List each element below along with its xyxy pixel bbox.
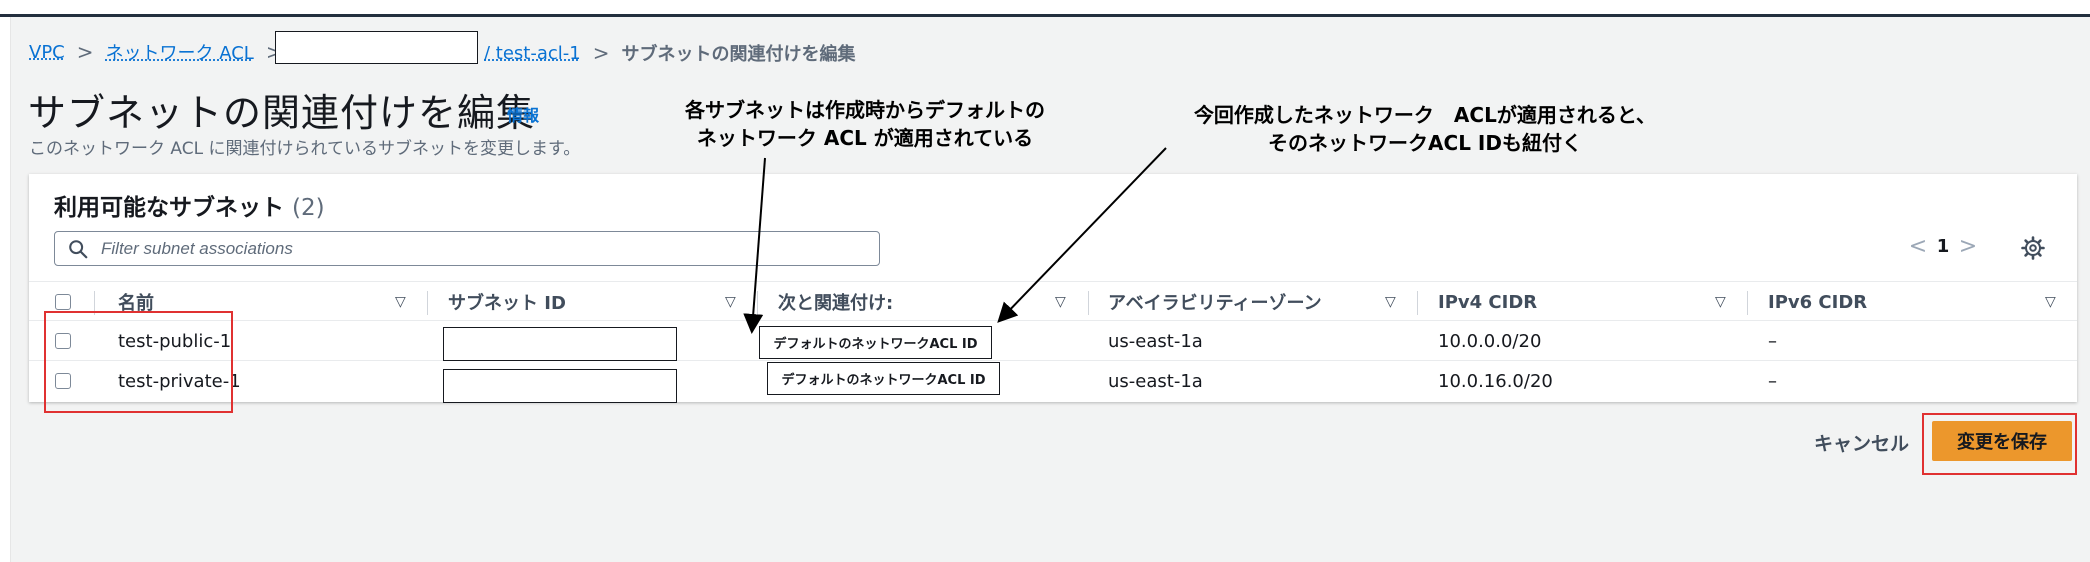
- availability-zone: us-east-1a: [1108, 330, 1203, 352]
- pagination: < 1 >: [1905, 234, 1981, 259]
- sort-icon[interactable]: ▽: [1715, 294, 1726, 310]
- column-header-ipv6[interactable]: IPv6 CIDR: [1768, 282, 1867, 322]
- page-next-button[interactable]: >: [1955, 234, 1981, 259]
- breadcrumb-acl-name[interactable]: / test-acl-1: [484, 43, 581, 64]
- subnets-panel: 利用可能なサブネット (2) < 1 > 名前 ▽ サブネ: [29, 174, 2077, 403]
- associated-acl[interactable]: デフォルトのネットワークACL ID: [767, 362, 1000, 395]
- table-row[interactable]: test-private-1 デフォルトのネットワークACL ID us-eas…: [29, 361, 2077, 403]
- panel-title: 利用可能なサブネット (2): [54, 188, 325, 222]
- breadcrumb-separator: >: [592, 41, 610, 65]
- column-header-subnet-id[interactable]: サブネット ID: [448, 282, 566, 322]
- column-label: サブネット ID: [448, 293, 566, 314]
- ipv4-cidr: 10.0.16.0/20: [1438, 370, 1553, 392]
- filter-search[interactable]: [54, 231, 880, 266]
- column-label: アベイラビリティーゾーン: [1108, 293, 1322, 314]
- page-description: このネットワーク ACL に関連付けられているサブネットを変更します。: [29, 139, 581, 159]
- ipv6-cidr: –: [1768, 330, 1777, 352]
- page-prev-button[interactable]: <: [1905, 234, 1931, 259]
- column-label: 次と関連付け:: [778, 293, 894, 314]
- column-divider: [1747, 291, 1748, 315]
- page-number[interactable]: 1: [1931, 236, 1955, 257]
- panel-count: (2): [292, 195, 325, 221]
- column-label: IPv4 CIDR: [1438, 291, 1538, 313]
- panel-title-text: 利用可能なサブネット: [54, 195, 284, 221]
- column-divider: [427, 291, 428, 315]
- gear-icon[interactable]: [2021, 236, 2045, 260]
- cancel-button[interactable]: キャンセル: [1808, 428, 1915, 457]
- redacted-acl-id: [275, 31, 478, 64]
- search-input[interactable]: [99, 237, 863, 260]
- page-title: サブネットの関連付けを編集: [28, 91, 536, 135]
- associated-acl[interactable]: デフォルトのネットワークACL ID: [759, 326, 992, 359]
- availability-zone: us-east-1a: [1108, 370, 1203, 392]
- left-edge: [0, 17, 11, 562]
- column-label: IPv6 CIDR: [1768, 291, 1868, 313]
- search-icon: [69, 239, 88, 258]
- breadcrumb-acl-group: / test-acl-1 > サブネットの関連付けを編集: [484, 40, 856, 66]
- redacted-subnet-id: [443, 327, 677, 361]
- column-divider: [1417, 291, 1418, 315]
- highlight-subnet-names: [44, 311, 233, 413]
- table-row[interactable]: test-public-1 デフォルトのネットワークACL ID us-east…: [29, 321, 2077, 361]
- sort-icon[interactable]: ▽: [1385, 294, 1396, 310]
- info-link[interactable]: 情報: [507, 102, 539, 126]
- table-header: 名前 ▽ サブネット ID ▽ 次と関連付け: ▽ アベイラビリティーゾーン ▽…: [29, 281, 2077, 321]
- save-button[interactable]: 変更を保存: [1932, 421, 2072, 461]
- breadcrumb-network-acl[interactable]: ネットワーク ACL: [106, 39, 254, 65]
- top-bar: [0, 0, 2090, 17]
- column-header-ipv4[interactable]: IPv4 CIDR: [1438, 282, 1537, 322]
- column-header-az[interactable]: アベイラビリティーゾーン: [1108, 282, 1322, 322]
- sort-icon[interactable]: ▽: [395, 294, 406, 310]
- ipv6-cidr: –: [1768, 370, 1777, 392]
- sort-icon[interactable]: ▽: [725, 294, 736, 310]
- annotation-default-acl: 各サブネットは作成時からデフォルトの ネットワーク ACL が適用されている: [685, 98, 1045, 150]
- annotation-new-acl: 今回作成したネットワーク ACLが適用されると、 そのネットワークACL IDも…: [1193, 103, 1657, 155]
- select-all-checkbox[interactable]: [55, 294, 71, 310]
- breadcrumb-current: サブネットの関連付けを編集: [621, 44, 856, 65]
- column-header-associated[interactable]: 次と関連付け:: [778, 282, 893, 322]
- sort-icon[interactable]: ▽: [1055, 294, 1066, 310]
- breadcrumb: VPC > ネットワーク ACL >: [29, 40, 295, 64]
- redacted-subnet-id: [443, 369, 677, 403]
- column-divider: [757, 291, 758, 315]
- breadcrumb-vpc[interactable]: VPC: [29, 42, 65, 63]
- ipv4-cidr: 10.0.0.0/20: [1438, 330, 1542, 352]
- column-divider: [1088, 291, 1089, 315]
- breadcrumb-separator: >: [76, 40, 94, 64]
- sort-icon[interactable]: ▽: [2045, 294, 2056, 310]
